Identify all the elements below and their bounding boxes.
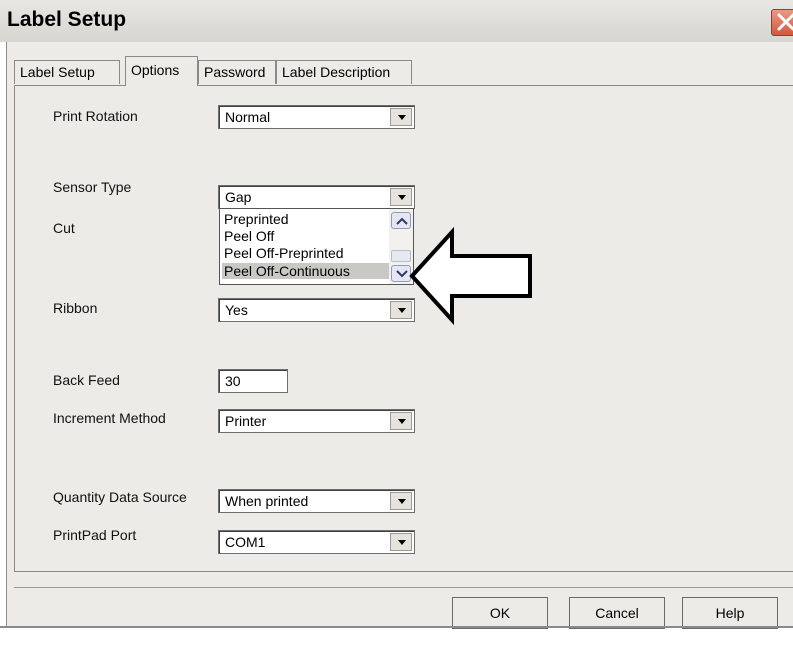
chevron-down-icon: [398, 115, 406, 120]
printpad-port-dropdown-button[interactable]: [390, 533, 412, 551]
cut-label: Cut: [53, 220, 75, 236]
sensor-type-select[interactable]: Gap: [218, 185, 415, 209]
increment-method-value: Printer: [225, 413, 267, 429]
back-feed-value: 30: [225, 373, 241, 389]
list-item-label: Peel Off-Preprinted: [224, 245, 344, 261]
chevron-down-icon: [398, 540, 406, 545]
list-item-label: Preprinted: [224, 211, 289, 227]
label-setup-dialog: Label Setup Label Setup Options Password…: [0, 0, 793, 629]
button-bar-divider: [14, 587, 793, 629]
tab-label-setup[interactable]: Label Setup: [14, 60, 120, 84]
list-item-label: Peel Off-Continuous: [224, 263, 350, 279]
tab-options-label: Options: [131, 62, 180, 78]
list-item[interactable]: Peel Off: [222, 228, 390, 244]
back-feed-input[interactable]: 30: [218, 369, 288, 393]
print-rotation-value: Normal: [225, 109, 271, 125]
ok-button[interactable]: OK: [452, 597, 548, 629]
chevron-up-icon: [396, 217, 408, 225]
tab-options[interactable]: Options: [125, 56, 198, 86]
quantity-data-source-label: Quantity Data Source: [53, 489, 187, 505]
list-item-selected[interactable]: Peel Off-Continuous: [222, 263, 390, 279]
ribbon-label: Ribbon: [53, 300, 98, 316]
tab-label-description[interactable]: Label Description: [276, 60, 412, 84]
back-feed-label: Back Feed: [53, 372, 120, 388]
print-rotation-select[interactable]: Normal: [218, 105, 415, 129]
printpad-port-value: COM1: [225, 534, 266, 550]
chevron-down-icon: [398, 195, 406, 200]
close-x-icon: [777, 13, 793, 31]
help-button[interactable]: Help: [682, 597, 778, 629]
title-bar[interactable]: Label Setup: [0, 0, 793, 42]
printpad-port-select[interactable]: COM1: [218, 530, 415, 554]
cancel-button-label: Cancel: [595, 605, 639, 621]
print-rotation-dropdown-button[interactable]: [390, 108, 412, 126]
quantity-data-source-dropdown-button[interactable]: [390, 492, 412, 510]
tab-password-label: Password: [204, 64, 266, 80]
quantity-data-source-value: When printed: [225, 493, 309, 509]
sensor-type-value: Gap: [225, 189, 252, 205]
list-item[interactable]: Preprinted: [222, 211, 390, 227]
left-arrow-icon: [409, 226, 532, 326]
sensor-type-dropdown-button[interactable]: [390, 188, 412, 206]
printpad-port-label: PrintPad Port: [53, 527, 137, 543]
tab-password[interactable]: Password: [198, 60, 276, 84]
increment-method-select[interactable]: Printer: [218, 409, 415, 433]
list-item[interactable]: Peel Off-Preprinted: [222, 245, 390, 261]
ribbon-value: Yes: [225, 302, 248, 318]
list-item-label: Peel Off: [224, 228, 275, 244]
quantity-data-source-select[interactable]: When printed: [218, 489, 415, 513]
increment-method-dropdown-button[interactable]: [390, 412, 412, 430]
ribbon-select[interactable]: Yes: [218, 298, 415, 322]
print-rotation-label: Print Rotation: [53, 108, 138, 124]
tab-label-setup-label: Label Setup: [20, 64, 95, 80]
chevron-down-icon: [398, 499, 406, 504]
help-button-label: Help: [715, 605, 745, 621]
sensor-type-label: Sensor Type: [53, 179, 132, 195]
increment-method-label: Increment Method: [53, 410, 166, 426]
dialog-client: Label Setup Options Password Label Descr…: [6, 42, 793, 629]
ok-button-label: OK: [489, 605, 511, 621]
window-title: Label Setup: [7, 8, 127, 31]
window-bottom-border: [0, 626, 793, 628]
tab-label-description-label: Label Description: [282, 64, 391, 80]
cancel-button[interactable]: Cancel: [569, 597, 665, 629]
cut-dropdown-list[interactable]: Preprinted Peel Off Peel Off-Preprinted …: [219, 208, 414, 285]
close-button[interactable]: [771, 9, 793, 36]
chevron-down-icon: [398, 419, 406, 424]
